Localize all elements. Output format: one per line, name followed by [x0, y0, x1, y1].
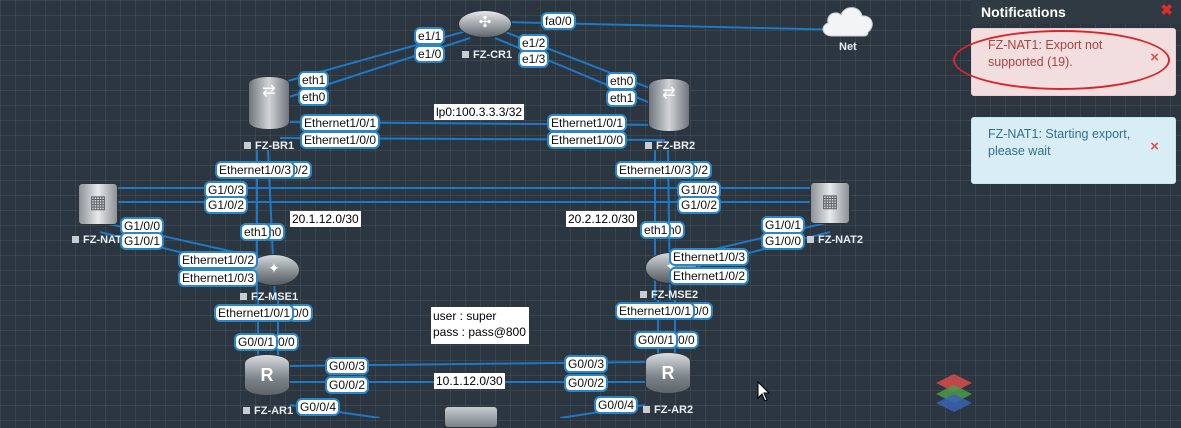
- switch-fz-br1[interactable]: [248, 76, 290, 130]
- notifications-panel: Notifications ✖ FZ-NAT1: Export not supp…: [953, 0, 1181, 418]
- router-fz-cr1[interactable]: [458, 10, 512, 38]
- notification-text: FZ-NAT1: Export not supported (19).: [988, 38, 1103, 69]
- port-label: Ethernet1/0/3: [669, 248, 750, 266]
- note-subnet-left: 20.1.12.0/30: [290, 211, 361, 227]
- port-label: G0/0/3: [325, 357, 370, 375]
- port-label: G0/0/1: [634, 331, 679, 349]
- port-label: G0/0/1: [234, 333, 279, 351]
- node-label-net: Net: [839, 41, 857, 54]
- port-label: eth1: [640, 221, 672, 239]
- switch-fz-br2[interactable]: [648, 78, 690, 132]
- mouse-cursor-icon: [757, 381, 771, 402]
- port-label: Ethernet1/0/3: [178, 269, 259, 287]
- node-label-text: FZ-CR1: [473, 49, 513, 61]
- port-label: Ethernet1/0/3: [615, 161, 696, 179]
- node-label-fz-br2: FZ-BR2: [645, 140, 695, 153]
- node-label-fz-nat2: FZ-NAT2: [807, 234, 863, 247]
- router-icon: [244, 354, 290, 396]
- firewall-icon: [810, 182, 850, 224]
- node-label-fz-mse1: FZ-MSE1: [240, 291, 298, 304]
- device-bottom-partial[interactable]: [444, 406, 498, 428]
- port-label: Ethernet1/0/2: [178, 251, 259, 269]
- port-label: eth0: [298, 88, 330, 106]
- node-label-text: Net: [839, 41, 857, 53]
- notification-text: FZ-NAT1: Starting export, please wait: [988, 127, 1131, 158]
- node-label-text: FZ-AR1: [254, 405, 294, 417]
- switch-icon: [648, 78, 690, 132]
- note-credentials: user : super pass : pass@800: [431, 307, 529, 344]
- firewall-icon: [78, 183, 118, 225]
- port-label: eth1: [298, 71, 330, 89]
- note-subnet-bottom: 10.1.12.0/30: [434, 373, 505, 389]
- router-fz-ar2[interactable]: [645, 352, 691, 394]
- port-label: G0/0/4: [296, 398, 341, 416]
- port-label: G0/0/2: [564, 374, 609, 392]
- port-label: G1/0/2: [677, 196, 722, 214]
- port-label: Ethernet1/0/1: [300, 114, 381, 132]
- dismiss-icon[interactable]: ×: [1150, 49, 1159, 66]
- node-label-fz-nat1: FZ-NAT: [72, 234, 122, 247]
- port-label: G0/0/2: [325, 376, 370, 394]
- node-label-text: FZ-MSE2: [651, 289, 699, 301]
- port-label: G0/0/3: [564, 355, 609, 373]
- port-label: fa0/0: [541, 12, 576, 30]
- node-label-fz-cr1: FZ-CR1: [462, 49, 512, 62]
- port-label: G1/0/1: [120, 232, 165, 250]
- port-label: G1/0/2: [204, 196, 249, 214]
- node-label-text: FZ-MSE1: [251, 291, 299, 303]
- port-label: Ethernet1/0/1: [547, 114, 628, 132]
- note-loopback: lp0:100.3.3.3/32: [434, 104, 525, 120]
- port-label: Ethernet1/0/1: [214, 304, 295, 322]
- node-label-text: FZ-BR1: [255, 140, 295, 152]
- notification-error[interactable]: FZ-NAT1: Export not supported (19). ×: [971, 28, 1176, 96]
- dismiss-icon[interactable]: ×: [1150, 138, 1159, 155]
- port-label: e1/3: [518, 50, 550, 68]
- cloud-icon: [822, 7, 873, 37]
- router-fz-ar1[interactable]: [244, 354, 290, 396]
- device-icon: [444, 406, 498, 428]
- port-label: Ethernet1/0/1: [615, 302, 696, 320]
- port-label: Ethernet1/0/0: [300, 131, 381, 149]
- port-label: G0/0/4: [594, 396, 639, 414]
- port-label: e1/1: [414, 27, 446, 45]
- firewall-fz-nat1[interactable]: [78, 183, 118, 225]
- firewall-fz-nat2[interactable]: [810, 182, 850, 224]
- port-label: Ethernet1/0/0: [547, 131, 628, 149]
- port-label: eth1: [240, 223, 272, 241]
- note-subnet-right: 20.2.12.0/30: [566, 211, 637, 227]
- notification-info[interactable]: FZ-NAT1: Starting export, please wait ×: [971, 117, 1176, 184]
- port-label: eth1: [606, 89, 638, 107]
- node-label-text: FZ-BR2: [656, 140, 696, 152]
- notifications-header: Notifications ✖: [971, 0, 1181, 24]
- node-label-fz-br1: FZ-BR1: [244, 140, 294, 153]
- node-label-fz-ar1: FZ-AR1: [243, 405, 293, 418]
- node-label-fz-mse2: FZ-MSE2: [640, 289, 698, 302]
- notifications-title: Notifications: [981, 4, 1066, 20]
- node-label-text: FZ-NAT: [83, 234, 122, 246]
- port-label: G1/0/0: [761, 232, 806, 250]
- node-label-text: FZ-NAT2: [818, 234, 864, 246]
- router-icon: [645, 352, 691, 394]
- port-label: Ethernet1/0/2: [669, 267, 750, 285]
- switch-icon: [248, 76, 290, 130]
- port-label: Ethernet1/0/3: [215, 161, 296, 179]
- port-label: e1/0: [414, 45, 446, 63]
- node-label-text: FZ-AR2: [654, 404, 694, 416]
- note-user: user : super: [433, 309, 497, 323]
- port-label: eth0: [606, 72, 638, 90]
- note-pass: pass : pass@800: [433, 325, 526, 339]
- logo-icon: [936, 374, 972, 412]
- node-label-fz-ar2: FZ-AR2: [643, 404, 693, 417]
- core-router-icon: [458, 10, 512, 38]
- close-icon[interactable]: ✖: [1160, 0, 1173, 22]
